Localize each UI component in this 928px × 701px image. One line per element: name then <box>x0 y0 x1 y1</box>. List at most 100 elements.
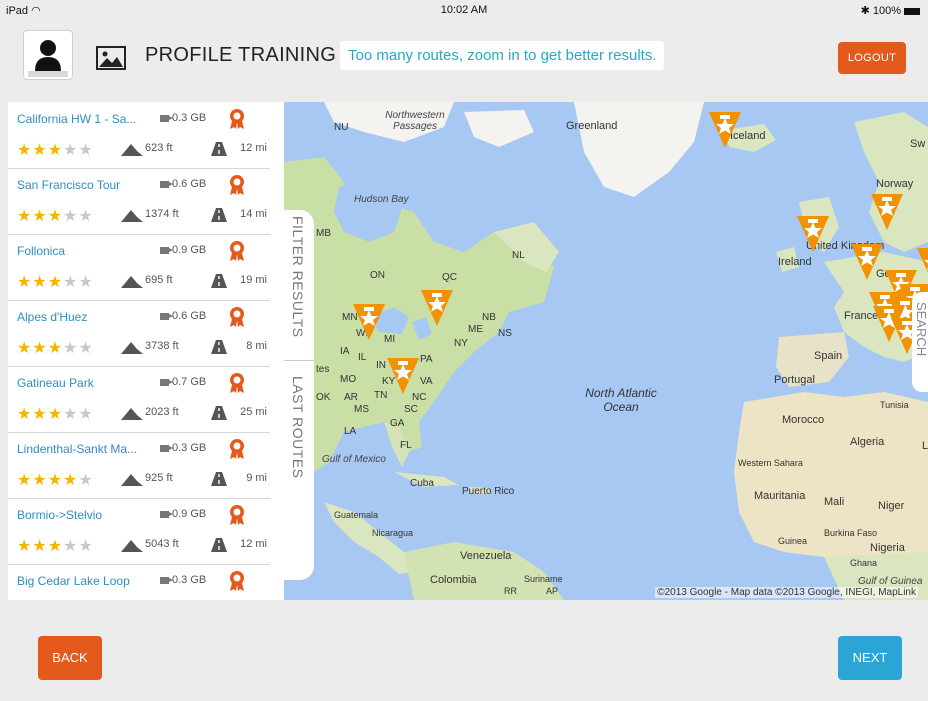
star-icon: ★ <box>32 274 48 291</box>
route-name[interactable]: San Francisco Tour <box>17 178 120 192</box>
star-icon: ★ <box>17 274 33 291</box>
route-distance: 14 mi <box>240 208 267 220</box>
list-item[interactable]: San Francisco Tour 0.6 GB ★★★★★ 1374 ft 14 m… <box>8 168 284 235</box>
route-name[interactable]: Lindenthal-Sankt Ma... <box>17 442 137 456</box>
map-view[interactable]: Northwestern Passages Greenland Iceland … <box>284 102 928 600</box>
next-button[interactable]: NEXT <box>838 636 902 680</box>
map-label: IA <box>340 346 350 357</box>
rating-stars: ★★★★★ <box>17 272 94 292</box>
medal-icon <box>230 373 244 393</box>
map-label: Venezuela <box>460 550 512 562</box>
map-label: Cuba <box>410 478 434 489</box>
route-name[interactable]: Alpes d'Huez <box>17 310 87 324</box>
route-pin[interactable] <box>708 110 742 150</box>
map-label: Suriname <box>524 574 563 584</box>
route-name[interactable]: Follonica <box>17 244 65 258</box>
route-pin[interactable] <box>850 242 884 282</box>
tab-search[interactable]: SEARCH <box>912 292 928 392</box>
side-tabs: FILTER RESULTS LAST ROUTES <box>284 210 314 580</box>
route-elevation: 925 ft <box>145 472 173 484</box>
list-item[interactable]: Lindenthal-Sankt Ma... 0.3 GB ★★★★★ 925 ft 9… <box>8 432 284 499</box>
road-icon <box>211 538 227 552</box>
medal-icon <box>230 571 244 591</box>
map-label: ON <box>370 270 385 281</box>
medal-icon <box>230 505 244 525</box>
avatar[interactable] <box>23 30 73 80</box>
battery-status: ✱ 100% <box>861 4 920 17</box>
map-label: MS <box>354 404 369 415</box>
tab-filter-results[interactable]: FILTER RESULTS <box>290 216 306 338</box>
map-label: Ireland <box>778 256 812 268</box>
medal-icon <box>230 307 244 327</box>
route-pin[interactable] <box>420 288 454 328</box>
route-pin[interactable] <box>386 356 420 396</box>
tab-last-routes[interactable]: LAST ROUTES <box>290 376 306 479</box>
map-label: Spain <box>814 350 843 362</box>
star-icon: ★ <box>63 142 79 159</box>
elevation-icon <box>121 144 143 156</box>
star-icon: ★ <box>78 538 94 555</box>
route-distance: 12 mi <box>240 538 267 550</box>
map-copyright: ©2013 Google - Map data ©2013 Google, IN… <box>655 587 918 598</box>
route-size: 0.6 GB <box>160 178 206 190</box>
list-item[interactable]: California HW 1 - Sa... 0.3 GB ★★★★★ 623 ft… <box>8 102 284 169</box>
route-pin[interactable] <box>352 302 386 342</box>
status-bar: iPad ◠ 10:02 AM ✱ 100% <box>0 0 928 22</box>
back-button[interactable]: BACK <box>38 636 102 680</box>
list-item[interactable]: Gatineau Park 0.7 GB ★★★★★ 2023 ft 25 mi <box>8 366 284 433</box>
route-size: 0.7 GB <box>160 376 206 388</box>
route-name[interactable]: California HW 1 - Sa... <box>17 112 136 126</box>
map-label: LA <box>344 426 357 437</box>
star-icon: ★ <box>47 406 64 423</box>
route-elevation: 695 ft <box>145 274 173 286</box>
map-label: MO <box>340 374 357 385</box>
road-icon <box>211 472 227 486</box>
video-icon <box>160 510 173 518</box>
map-label: RR <box>504 586 517 596</box>
elevation-icon <box>121 342 143 354</box>
route-pin[interactable] <box>796 214 830 254</box>
main-content: California HW 1 - Sa... 0.3 GB ★★★★★ 623 ft… <box>8 102 928 600</box>
route-name[interactable]: Bormio->Stelvio <box>17 508 102 522</box>
route-distance: 25 mi <box>240 406 267 418</box>
tab-divider <box>284 360 314 361</box>
list-item[interactable]: Follonica 0.9 GB ★★★★★ 695 ft 19 mi <box>8 234 284 301</box>
star-icon: ★ <box>63 406 79 423</box>
map-label: SC <box>404 404 418 415</box>
route-name[interactable]: Gatineau Park <box>17 376 94 390</box>
star-icon: ★ <box>78 406 94 423</box>
list-item[interactable]: Big Cedar Lake Loop 0.3 GB <box>8 564 284 600</box>
image-icon[interactable] <box>96 46 126 70</box>
medal-icon <box>230 241 244 261</box>
star-icon: ★ <box>47 208 64 225</box>
route-name[interactable]: Big Cedar Lake Loop <box>17 574 130 588</box>
list-item[interactable]: Bormio->Stelvio 0.9 GB ★★★★★ 5043 ft 12 mi <box>8 498 284 565</box>
route-pin[interactable] <box>870 192 904 232</box>
star-icon: ★ <box>32 340 48 357</box>
map-label: MB <box>316 228 331 239</box>
star-icon: ★ <box>32 142 48 159</box>
map-label: NL <box>512 250 525 261</box>
map-label: Nicaragua <box>372 528 414 538</box>
star-icon: ★ <box>78 340 94 357</box>
road-icon <box>211 340 227 354</box>
map-label: Burkina Faso <box>824 528 878 538</box>
star-icon: ★ <box>17 538 33 555</box>
map-label: Guatemala <box>334 510 379 520</box>
bluetooth-icon: ✱ <box>860 5 870 17</box>
road-icon <box>211 208 227 222</box>
star-icon: ★ <box>47 340 64 357</box>
elevation-icon <box>121 210 143 222</box>
logout-button[interactable]: LOGOUT <box>838 42 906 74</box>
route-size: 0.9 GB <box>160 508 206 520</box>
map-label: Colombia <box>430 574 477 586</box>
map-label: Norway <box>876 178 914 190</box>
route-size: 0.9 GB <box>160 244 206 256</box>
list-item[interactable]: Alpes d'Huez 0.6 GB ★★★★★ 3738 ft 8 mi <box>8 300 284 367</box>
star-icon: ★ <box>17 208 33 225</box>
star-icon: ★ <box>32 472 48 489</box>
map-label: Mauritania <box>754 490 806 502</box>
route-distance: 8 mi <box>246 340 267 352</box>
route-list[interactable]: California HW 1 - Sa... 0.3 GB ★★★★★ 623 ft… <box>8 102 284 600</box>
map-label: tes <box>316 364 330 375</box>
